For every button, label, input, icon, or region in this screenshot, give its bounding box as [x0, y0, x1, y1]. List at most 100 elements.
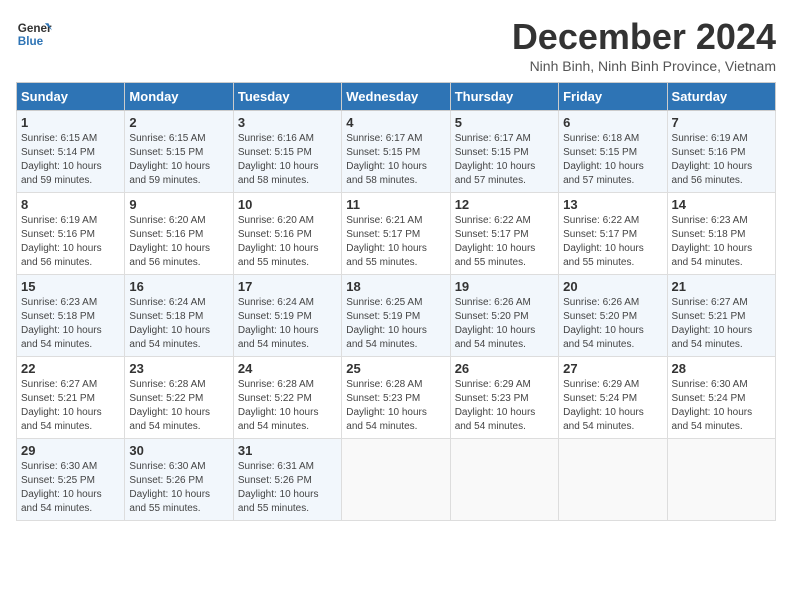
calendar-cell: 14 Sunrise: 6:23 AMSunset: 5:18 PMDayligh… [667, 193, 775, 275]
day-header-thursday: Thursday [450, 83, 558, 111]
day-info: Sunrise: 6:24 AMSunset: 5:18 PMDaylight:… [129, 296, 228, 352]
day-info: Sunrise: 6:16 AMSunset: 5:15 PMDaylight:… [238, 132, 337, 188]
day-info: Sunrise: 6:31 AMSunset: 5:26 PMDaylight:… [238, 460, 337, 516]
month-title: December 2024 [512, 16, 776, 58]
title-block: December 2024 Ninh Binh, Ninh Binh Provi… [512, 16, 776, 74]
calendar-cell: 3 Sunrise: 6:16 AMSunset: 5:15 PMDaylight… [233, 111, 341, 193]
day-info: Sunrise: 6:15 AMSunset: 5:14 PMDaylight:… [21, 132, 120, 188]
day-info: Sunrise: 6:23 AMSunset: 5:18 PMDaylight:… [672, 214, 771, 270]
day-info: Sunrise: 6:29 AMSunset: 5:23 PMDaylight:… [455, 378, 554, 434]
day-number: 18 [346, 279, 445, 294]
day-number: 30 [129, 443, 228, 458]
calendar-cell: 27Sunrise: 6:29 AMSunset: 5:24 PMDayligh… [559, 357, 667, 439]
day-info: Sunrise: 6:17 AMSunset: 5:15 PMDaylight:… [346, 132, 445, 188]
calendar-cell: 22 Sunrise: 6:27 AMSunset: 5:21 PMDayligh… [17, 357, 125, 439]
logo: General Blue [16, 16, 52, 52]
day-header-wednesday: Wednesday [342, 83, 450, 111]
day-info: Sunrise: 6:18 AMSunset: 5:15 PMDaylight:… [563, 132, 662, 188]
day-info: Sunrise: 6:30 AMSunset: 5:25 PMDaylight:… [21, 460, 120, 516]
day-number: 29 [21, 443, 120, 458]
calendar-cell: 19 Sunrise: 6:26 AMSunset: 5:20 PMDayligh… [450, 275, 558, 357]
calendar-cell: 2 Sunrise: 6:15 AMSunset: 5:15 PMDaylight… [125, 111, 233, 193]
day-header-tuesday: Tuesday [233, 83, 341, 111]
calendar-cell: 16 Sunrise: 6:24 AMSunset: 5:18 PMDayligh… [125, 275, 233, 357]
calendar-table: SundayMondayTuesdayWednesdayThursdayFrid… [16, 82, 776, 521]
day-number: 27 [563, 361, 662, 376]
day-info: Sunrise: 6:28 AMSunset: 5:23 PMDaylight:… [346, 378, 445, 434]
day-info: Sunrise: 6:21 AMSunset: 5:17 PMDaylight:… [346, 214, 445, 270]
day-number: 6 [563, 115, 662, 130]
day-info: Sunrise: 6:19 AMSunset: 5:16 PMDaylight:… [21, 214, 120, 270]
day-info: Sunrise: 6:25 AMSunset: 5:19 PMDaylight:… [346, 296, 445, 352]
day-number: 2 [129, 115, 228, 130]
calendar-cell: 31 Sunrise: 6:31 AMSunset: 5:26 PMDayligh… [233, 439, 341, 521]
day-number: 4 [346, 115, 445, 130]
day-number: 5 [455, 115, 554, 130]
calendar-cell: 18 Sunrise: 6:25 AMSunset: 5:19 PMDayligh… [342, 275, 450, 357]
calendar-cell: 7Sunrise: 6:19 AMSunset: 5:16 PMDaylight… [667, 111, 775, 193]
day-number: 16 [129, 279, 228, 294]
day-info: Sunrise: 6:23 AMSunset: 5:18 PMDaylight:… [21, 296, 120, 352]
day-number: 1 [21, 115, 120, 130]
svg-text:Blue: Blue [18, 35, 44, 48]
location-subtitle: Ninh Binh, Ninh Binh Province, Vietnam [512, 58, 776, 74]
day-number: 12 [455, 197, 554, 212]
day-number: 19 [455, 279, 554, 294]
calendar-cell: 24Sunrise: 6:28 AMSunset: 5:22 PMDayligh… [233, 357, 341, 439]
day-number: 8 [21, 197, 120, 212]
calendar-cell: 20 Sunrise: 6:26 AMSunset: 5:20 PMDayligh… [559, 275, 667, 357]
day-number: 7 [672, 115, 771, 130]
calendar-cell: 15 Sunrise: 6:23 AMSunset: 5:18 PMDayligh… [17, 275, 125, 357]
calendar-cell: 13 Sunrise: 6:22 AMSunset: 5:17 PMDayligh… [559, 193, 667, 275]
calendar-cell: 28 Sunrise: 6:30 AMSunset: 5:24 PMDayligh… [667, 357, 775, 439]
calendar-cell: 11 Sunrise: 6:21 AMSunset: 5:17 PMDayligh… [342, 193, 450, 275]
calendar-cell [450, 439, 558, 521]
calendar-cell: 1 Sunrise: 6:15 AMSunset: 5:14 PMDaylight… [17, 111, 125, 193]
day-number: 3 [238, 115, 337, 130]
day-header-saturday: Saturday [667, 83, 775, 111]
day-info: Sunrise: 6:20 AMSunset: 5:16 PMDaylight:… [129, 214, 228, 270]
calendar-cell: 30 Sunrise: 6:30 AMSunset: 5:26 PMDayligh… [125, 439, 233, 521]
day-number: 20 [563, 279, 662, 294]
day-number: 28 [672, 361, 771, 376]
day-info: Sunrise: 6:15 AMSunset: 5:15 PMDaylight:… [129, 132, 228, 188]
day-number: 14 [672, 197, 771, 212]
day-number: 25 [346, 361, 445, 376]
day-info: Sunrise: 6:28 AMSunset: 5:22 PMDaylight:… [129, 378, 228, 434]
day-number: 10 [238, 197, 337, 212]
calendar-cell: 17Sunrise: 6:24 AMSunset: 5:19 PMDayligh… [233, 275, 341, 357]
day-info: Sunrise: 6:27 AMSunset: 5:21 PMDaylight:… [21, 378, 120, 434]
day-info: Sunrise: 6:22 AMSunset: 5:17 PMDaylight:… [563, 214, 662, 270]
day-number: 15 [21, 279, 120, 294]
calendar-cell: 23Sunrise: 6:28 AMSunset: 5:22 PMDayligh… [125, 357, 233, 439]
day-info: Sunrise: 6:24 AMSunset: 5:19 PMDaylight:… [238, 296, 337, 352]
day-number: 22 [21, 361, 120, 376]
calendar-cell: 6 Sunrise: 6:18 AMSunset: 5:15 PMDaylight… [559, 111, 667, 193]
day-number: 21 [672, 279, 771, 294]
day-info: Sunrise: 6:26 AMSunset: 5:20 PMDaylight:… [563, 296, 662, 352]
day-number: 26 [455, 361, 554, 376]
day-number: 24 [238, 361, 337, 376]
day-info: Sunrise: 6:17 AMSunset: 5:15 PMDaylight:… [455, 132, 554, 188]
day-number: 13 [563, 197, 662, 212]
day-info: Sunrise: 6:30 AMSunset: 5:24 PMDaylight:… [672, 378, 771, 434]
calendar-cell: 4 Sunrise: 6:17 AMSunset: 5:15 PMDaylight… [342, 111, 450, 193]
logo-icon: General Blue [16, 16, 52, 52]
calendar-cell: 25 Sunrise: 6:28 AMSunset: 5:23 PMDayligh… [342, 357, 450, 439]
calendar-cell: 12 Sunrise: 6:22 AMSunset: 5:17 PMDayligh… [450, 193, 558, 275]
calendar-cell: 10 Sunrise: 6:20 AMSunset: 5:16 PMDayligh… [233, 193, 341, 275]
calendar-cell: 21Sunrise: 6:27 AMSunset: 5:21 PMDayligh… [667, 275, 775, 357]
day-info: Sunrise: 6:22 AMSunset: 5:17 PMDaylight:… [455, 214, 554, 270]
header: General Blue December 2024 Ninh Binh, Ni… [16, 16, 776, 74]
calendar-cell [667, 439, 775, 521]
day-number: 11 [346, 197, 445, 212]
calendar-cell: 26 Sunrise: 6:29 AMSunset: 5:23 PMDayligh… [450, 357, 558, 439]
day-number: 31 [238, 443, 337, 458]
day-header-monday: Monday [125, 83, 233, 111]
day-header-sunday: Sunday [17, 83, 125, 111]
day-number: 9 [129, 197, 228, 212]
day-info: Sunrise: 6:26 AMSunset: 5:20 PMDaylight:… [455, 296, 554, 352]
day-info: Sunrise: 6:30 AMSunset: 5:26 PMDaylight:… [129, 460, 228, 516]
calendar-cell: 8 Sunrise: 6:19 AMSunset: 5:16 PMDaylight… [17, 193, 125, 275]
day-info: Sunrise: 6:20 AMSunset: 5:16 PMDaylight:… [238, 214, 337, 270]
